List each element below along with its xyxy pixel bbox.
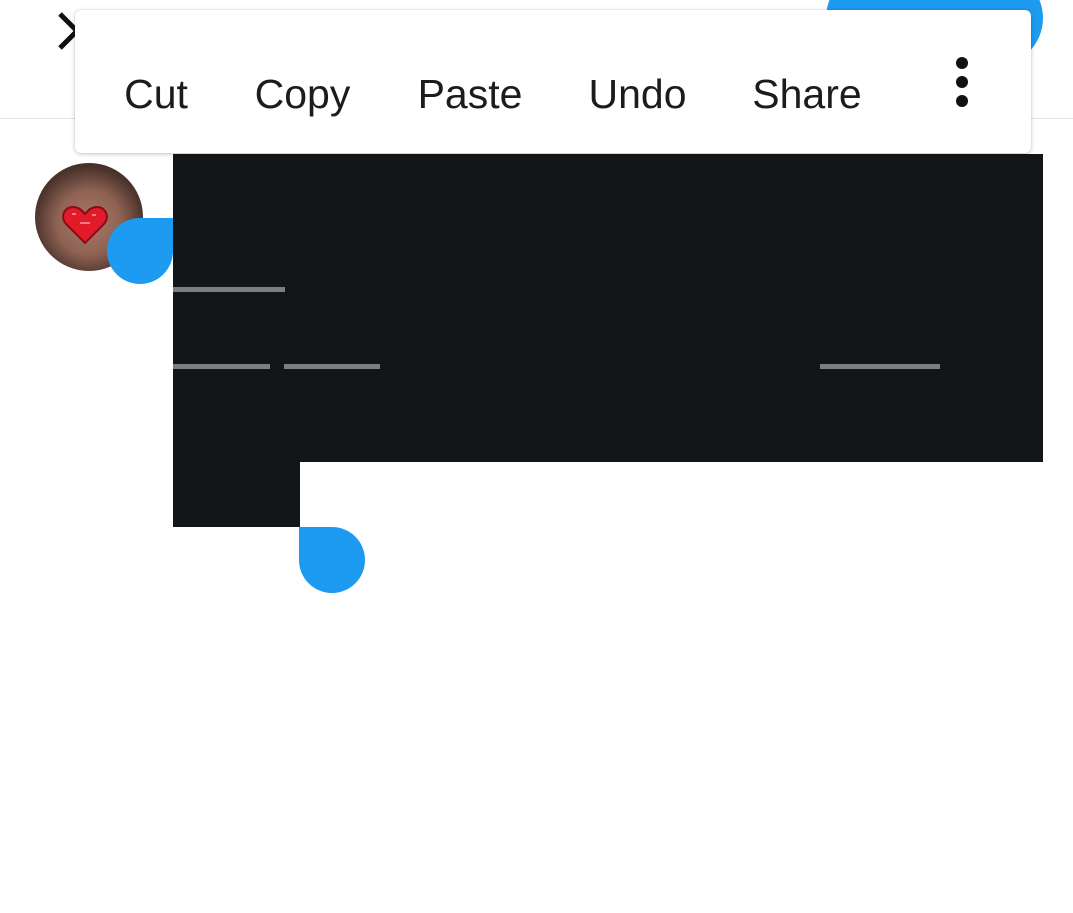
undo-action[interactable]: Undo <box>580 64 695 124</box>
heart-icon <box>62 205 108 245</box>
copy-action[interactable]: Copy <box>245 64 360 124</box>
text-selection-toolbar: Cut Copy Paste Undo Share <box>75 10 1031 153</box>
selected-text-fragment <box>284 364 380 369</box>
share-action[interactable]: Share <box>747 64 867 124</box>
more-vertical-icon[interactable] <box>944 56 980 108</box>
selected-text-fragment <box>820 364 940 369</box>
selected-text-fragment <box>173 364 270 369</box>
selection-start-handle[interactable] <box>107 218 173 284</box>
text-selection-highlight <box>173 154 1043 462</box>
selection-end-handle[interactable] <box>299 527 365 593</box>
selected-text-fragment <box>173 287 285 292</box>
paste-action[interactable]: Paste <box>410 64 530 124</box>
text-selection-highlight-tail <box>173 462 300 527</box>
cut-action[interactable]: Cut <box>110 64 202 124</box>
